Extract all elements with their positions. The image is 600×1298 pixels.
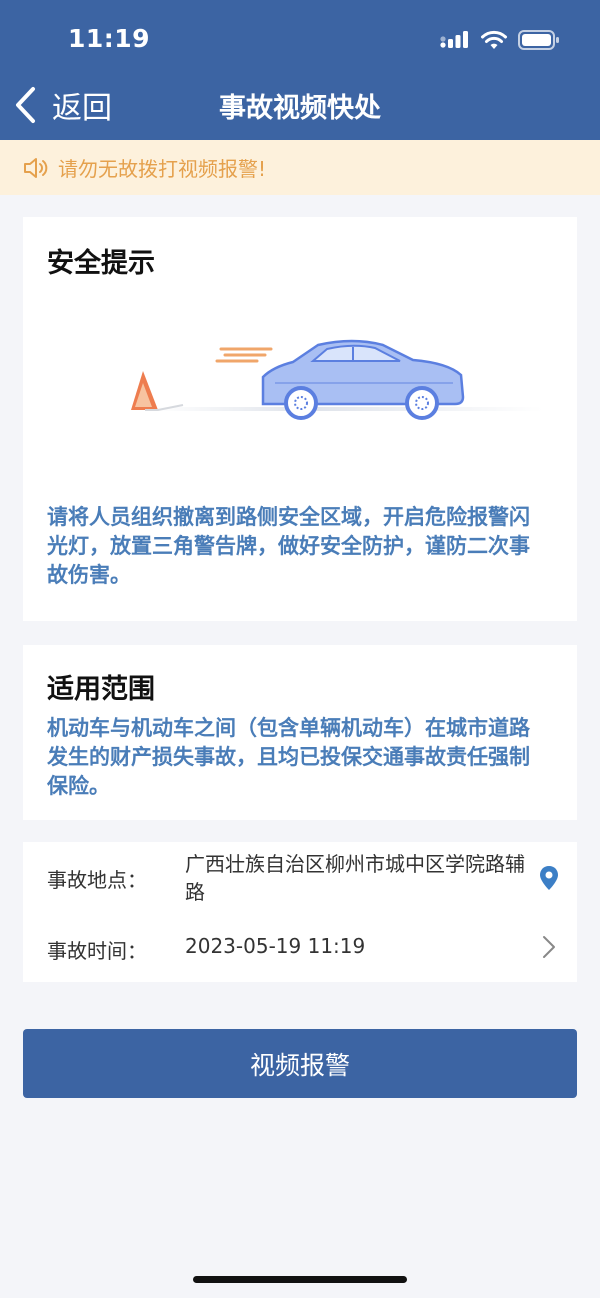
location-label: 事故地点： (47, 868, 147, 892)
warning-notice: 请勿无故拨打视频报警! (0, 140, 600, 195)
status-time: 11:19 (68, 24, 151, 53)
speaker-icon (24, 157, 48, 178)
accident-info-card: 事故地点： 广西壮族自治区柳州市城中区学院路辅路 事故时间： 2023-05-1… (23, 842, 577, 982)
scope-title: 适用范围 (47, 674, 155, 705)
video-alarm-button[interactable]: 视频报警 (23, 1029, 577, 1098)
battery-icon (518, 30, 559, 50)
status-icons (440, 28, 560, 52)
car-warning-triangle-illustration (131, 339, 543, 420)
signal-icon (440, 31, 468, 48)
time-value: 2023-05-19 11:19 (185, 934, 366, 958)
safety-tips-title: 安全提示 (47, 248, 155, 279)
scope-text: 机动车与机动车之间（包含单辆机动车）在城市道路发生的财产损失事故，且均已投保交通… (47, 716, 530, 798)
time-label: 事故时间： (47, 939, 147, 963)
chevron-right-icon (543, 936, 555, 958)
scope-card: 适用范围 机动车与机动车之间（包含单辆机动车）在城市道路发生的财产损失事故，且均… (23, 645, 577, 820)
home-indicator (193, 1276, 407, 1283)
safety-tips-text: 请将人员组织撤离到路侧安全区域，开启危险报警闪光灯，放置三角警告牌，做好安全防护… (47, 505, 530, 587)
wifi-icon (481, 30, 507, 49)
location-pin-icon[interactable] (537, 864, 561, 892)
app-header: 11:19 返回 事故视频快处 (0, 0, 600, 140)
location-value: 广西壮族自治区柳州市城中区学院路辅路 (185, 852, 525, 904)
safety-tips-card: 安全提示 请将人员组织撤离到路侧安全区域，开启危险报警闪光灯，放置三角警告牌，做… (23, 217, 577, 621)
page-title: 事故视频快处 (219, 93, 381, 124)
notice-text: 请勿无故拨打视频报警! (58, 157, 267, 181)
